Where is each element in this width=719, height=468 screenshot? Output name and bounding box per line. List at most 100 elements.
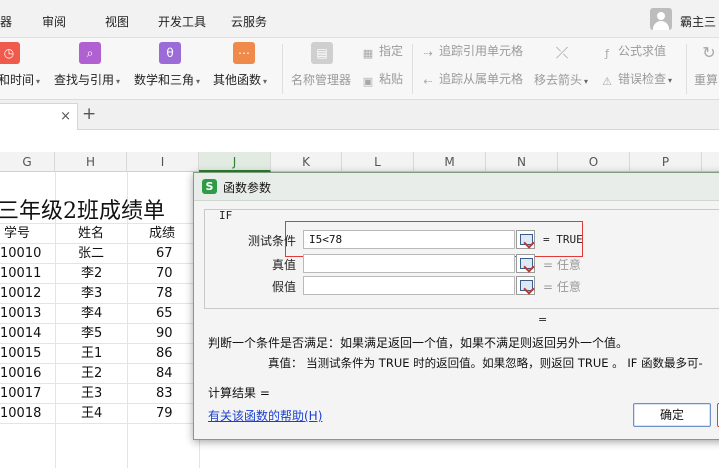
column-header-P[interactable]: P bbox=[630, 152, 702, 172]
recalculate-icon: ↻ bbox=[702, 43, 716, 62]
sheet-title: 三年级2班成绩单 bbox=[0, 199, 165, 224]
new-tab-button[interactable]: + bbox=[82, 104, 96, 124]
column-header-J[interactable]: J bbox=[199, 152, 271, 172]
user-account[interactable]: 霸主三 bbox=[647, 4, 719, 32]
ribbon-divider bbox=[412, 44, 413, 94]
define-name-button[interactable]: ▦ 指定 bbox=[361, 42, 403, 60]
cell-name[interactable]: 王1 bbox=[81, 344, 102, 364]
menu-review[interactable]: 审阅 bbox=[42, 13, 66, 30]
trace-dependents-icon: ⇠ bbox=[423, 75, 433, 88]
cell-student-id[interactable]: 10015 bbox=[0, 344, 41, 364]
dialog-titlebar[interactable]: S 函数参数 bbox=[194, 173, 719, 201]
avatar[interactable] bbox=[650, 8, 672, 30]
header-cell-student-id[interactable]: 学号 bbox=[4, 224, 30, 244]
cell-score[interactable]: 67 bbox=[156, 244, 173, 264]
calculation-result: 计算结果 = bbox=[208, 386, 270, 400]
header-cell-score[interactable]: 成绩 bbox=[149, 224, 175, 244]
column-header-M[interactable]: M bbox=[414, 152, 486, 172]
column-header-partial[interactable] bbox=[702, 152, 719, 172]
column-header-H[interactable]: H bbox=[55, 152, 127, 172]
condition-input[interactable] bbox=[303, 230, 515, 249]
menu-developer-tools[interactable]: 开发工具 bbox=[158, 13, 206, 30]
other-functions-button[interactable]: ⋯ 其他函数 ▾ bbox=[213, 40, 275, 98]
cell-student-id[interactable]: 10016 bbox=[0, 364, 41, 384]
theta-icon: θ bbox=[159, 42, 181, 64]
remove-arrows-button[interactable]: ⤫ 移去箭头 ▾ bbox=[534, 40, 590, 98]
ok-button[interactable]: 确定 bbox=[633, 403, 711, 427]
cell-name[interactable]: 李3 bbox=[81, 284, 102, 304]
argument-description: 真值： 当测试条件为 TRUE 时的返回值。如果忽略，则返回 TRUE 。 IF… bbox=[268, 356, 703, 370]
range-select-icon[interactable] bbox=[516, 276, 535, 295]
name-manager-icon: ▤ bbox=[311, 42, 333, 64]
header-cell-name[interactable]: 姓名 bbox=[78, 224, 104, 244]
search-icon: ⌕ bbox=[79, 42, 101, 64]
cell-score[interactable]: 79 bbox=[156, 404, 173, 424]
cell-score[interactable]: 90 bbox=[156, 324, 173, 344]
clock-icon: ◷ bbox=[0, 42, 20, 64]
formula-ribbon: ◷ 和时间 ▾ ⌕ 查找与引用 ▾ θ 数学和三角 ▾ ⋯ 其他函数 ▾ ▤ 名称管理器… bbox=[0, 38, 719, 100]
range-select-icon[interactable] bbox=[516, 254, 535, 273]
menu-view[interactable]: 视图 bbox=[105, 13, 129, 30]
cell-student-id[interactable]: 10014 bbox=[0, 324, 41, 344]
arg-label-false-value: 假值 bbox=[271, 280, 296, 294]
cell-name[interactable]: 李5 bbox=[81, 324, 102, 344]
menu-item-partial[interactable]: 器 bbox=[0, 13, 12, 30]
cell-score[interactable]: 83 bbox=[156, 384, 173, 404]
paste-icon: ▣ bbox=[362, 75, 374, 88]
function-description: 判断一个条件是否满足：如果满足返回一个值，如果不满足则返回另外一个值。 bbox=[208, 336, 629, 350]
false-value-input[interactable] bbox=[303, 276, 515, 295]
trace-precedents-icon: ⇢ bbox=[423, 47, 433, 60]
cell-name[interactable]: 王3 bbox=[81, 384, 102, 404]
cell-name[interactable]: 王2 bbox=[81, 364, 102, 384]
define-icon: ▦ bbox=[362, 47, 374, 60]
function-help-link[interactable]: 有关该函数的帮助(H) bbox=[208, 407, 322, 424]
cell-student-id[interactable]: 10018 bbox=[0, 404, 41, 424]
cell-score[interactable]: 84 bbox=[156, 364, 173, 384]
document-tab-bar: × + bbox=[0, 100, 719, 130]
cell-score[interactable]: 78 bbox=[156, 284, 173, 304]
error-check-icon: ⚠ bbox=[602, 75, 612, 88]
column-header-O[interactable]: O bbox=[558, 152, 630, 172]
cell-score[interactable]: 86 bbox=[156, 344, 173, 364]
ribbon-divider bbox=[282, 44, 283, 94]
trace-precedents-button[interactable]: ⇢ 追踪引用单元格 bbox=[421, 42, 523, 60]
math-trig-button[interactable]: θ 数学和三角 ▾ bbox=[134, 40, 206, 98]
cell-name[interactable]: 张二 bbox=[78, 244, 104, 264]
cell-name[interactable]: 李2 bbox=[81, 264, 102, 284]
recalculate-button[interactable]: ↻ 重算 bbox=[694, 40, 719, 98]
true-value-result: = 任意 bbox=[543, 258, 581, 272]
menu-cloud-services[interactable]: 云服务 bbox=[231, 13, 267, 30]
fx-icon: ƒ bbox=[605, 47, 609, 60]
document-tab[interactable]: × bbox=[0, 103, 78, 130]
cell-student-id[interactable]: 10013 bbox=[0, 304, 41, 324]
dialog-title: 函数参数 bbox=[223, 181, 272, 195]
lookup-reference-button[interactable]: ⌕ 查找与引用 ▾ bbox=[54, 40, 126, 98]
error-check-button[interactable]: ⚠ 错误检查 ▾ bbox=[600, 70, 672, 88]
cell-name[interactable]: 李4 bbox=[81, 304, 102, 324]
cell-student-id[interactable]: 10011 bbox=[0, 264, 41, 284]
cell-score[interactable]: 70 bbox=[156, 264, 173, 284]
function-name-label: IF bbox=[219, 209, 233, 222]
column-header-L[interactable]: L bbox=[342, 152, 414, 172]
cell-student-id[interactable]: 10010 bbox=[0, 244, 41, 264]
column-header-I[interactable]: I bbox=[127, 152, 199, 172]
arg-label-condition: 测试条件 bbox=[247, 234, 296, 248]
menu-bar: 器 审阅 视图 开发工具 云服务 霸主三 bbox=[0, 0, 719, 38]
range-select-icon[interactable] bbox=[516, 230, 535, 249]
date-time-functions-button[interactable]: ◷ 和时间 ▾ bbox=[0, 40, 46, 98]
cell-name[interactable]: 王4 bbox=[81, 404, 102, 424]
trace-dependents-button[interactable]: ⇠ 追踪从属单元格 bbox=[421, 70, 523, 88]
column-header-K[interactable]: K bbox=[271, 152, 342, 172]
column-header-G[interactable]: G bbox=[0, 152, 55, 172]
cell-score[interactable]: 65 bbox=[156, 304, 173, 324]
column-header-N[interactable]: N bbox=[486, 152, 558, 172]
evaluate-formula-button[interactable]: ƒ 公式求值 bbox=[600, 42, 666, 60]
true-value-input[interactable] bbox=[303, 254, 515, 273]
name-manager-button[interactable]: ▤ 名称管理器 bbox=[291, 40, 355, 98]
cell-student-id[interactable]: 10012 bbox=[0, 284, 41, 304]
cell-student-id[interactable]: 10017 bbox=[0, 384, 41, 404]
close-icon[interactable]: × bbox=[60, 109, 71, 124]
arg-label-true-value: 真值 bbox=[271, 258, 296, 272]
ribbon-divider bbox=[686, 44, 687, 94]
paste-name-button[interactable]: ▣ 粘贴 bbox=[361, 70, 403, 88]
